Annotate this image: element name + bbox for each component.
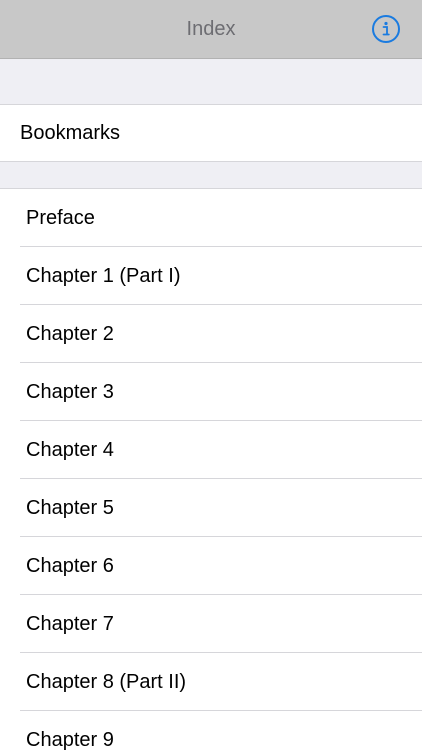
chapter-item-5[interactable]: Chapter 5: [0, 479, 422, 537]
chapter-label: Chapter 6: [26, 555, 114, 577]
chapter-item-9[interactable]: Chapter 9: [0, 711, 422, 750]
chapter-label: Chapter 9: [26, 729, 114, 750]
page-title: Index: [186, 18, 236, 40]
chapter-label: Chapter 5: [26, 497, 114, 519]
chapter-label: Chapter 3: [26, 381, 114, 403]
chapter-item-8[interactable]: Chapter 8 (Part II): [0, 653, 422, 711]
section-separator: [0, 162, 422, 189]
section-header-spacer: [0, 59, 422, 105]
index-screen: Index Bookmarks Preface Chapter 1 (Part …: [0, 0, 422, 750]
chapter-label: Chapter 1 (Part I): [26, 265, 181, 287]
chapter-item-2[interactable]: Chapter 2: [0, 305, 422, 363]
chapter-label: Chapter 4: [26, 439, 114, 461]
chapter-item-preface[interactable]: Preface: [0, 189, 422, 247]
navigation-bar: Index: [0, 0, 422, 59]
chapter-label: Chapter 7: [26, 613, 114, 635]
chapter-list[interactable]: Preface Chapter 1 (Part I) Chapter 2 Cha…: [0, 189, 422, 750]
chapter-item-6[interactable]: Chapter 6: [0, 537, 422, 595]
chapter-label: Chapter 8 (Part II): [26, 671, 187, 693]
chapter-label: Preface: [26, 207, 95, 229]
chapter-item-7[interactable]: Chapter 7: [0, 595, 422, 653]
chapter-item-3[interactable]: Chapter 3: [0, 363, 422, 421]
chapter-label: Chapter 2: [26, 323, 114, 345]
chapter-item-4[interactable]: Chapter 4: [0, 421, 422, 479]
info-icon: [382, 21, 390, 36]
chapter-item-1[interactable]: Chapter 1 (Part I): [0, 247, 422, 305]
info-button[interactable]: [372, 15, 400, 43]
bookmarks-label: Bookmarks: [20, 122, 121, 144]
bookmarks-row[interactable]: Bookmarks: [0, 105, 422, 162]
